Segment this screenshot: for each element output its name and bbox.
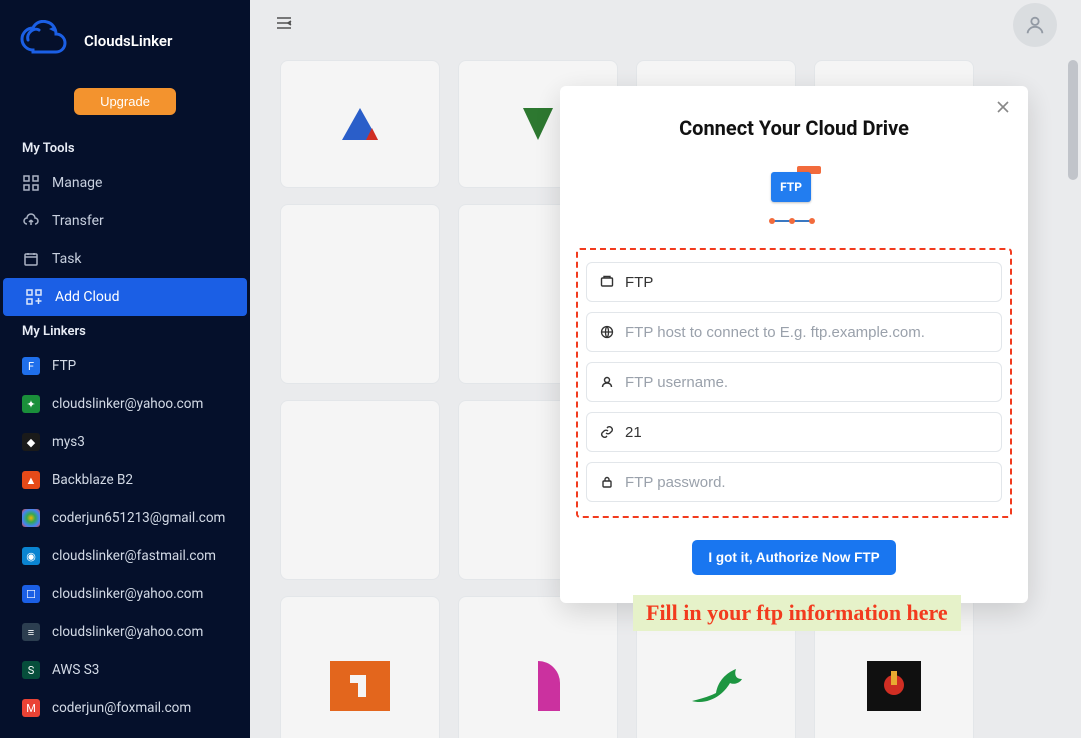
linkers-list: F FTP ✦ cloudslinker@yahoo.com ◆ mys3 ▲ Back…	[0, 347, 250, 738]
disc-icon: ◉	[22, 547, 40, 565]
linker-label: cloudslinker@yahoo.com	[52, 396, 203, 412]
linker-label: cloudslinker@yahoo.com	[52, 624, 203, 640]
authorize-ftp-button[interactable]: I got it, Authorize Now FTP	[692, 540, 895, 575]
linker-label: Backblaze B2	[52, 472, 133, 488]
main: OneDrive 1fichier PikPak	[250, 0, 1081, 738]
nav-task-label: Task	[52, 251, 82, 267]
linker-label: mys3	[52, 434, 85, 450]
linker-item[interactable]: ≡ cloudslinker@yahoo.com	[0, 613, 250, 651]
linker-item[interactable]: F FTP	[0, 347, 250, 385]
photos-icon	[22, 509, 40, 527]
bars-icon: ≡	[22, 623, 40, 641]
upgrade-button[interactable]: Upgrade	[74, 88, 176, 115]
nav-transfer[interactable]: Transfer	[0, 202, 250, 240]
linker-item[interactable]: Mcoderjun@foxmail.com	[0, 689, 250, 727]
nav-tools: Manage Transfer Task Add Cloud	[0, 164, 250, 316]
grid-plus-icon	[25, 288, 43, 306]
nav-add-cloud[interactable]: Add Cloud	[3, 278, 247, 316]
ftp-icon: F	[22, 357, 40, 375]
ftp-form-highlight	[576, 248, 1012, 518]
linker-label: coderjun@foxmail.com	[52, 700, 191, 716]
cloud-up-icon	[22, 212, 40, 230]
nav-manage-label: Manage	[52, 175, 102, 191]
section-my-linkers: My Linkers	[0, 316, 250, 347]
box-icon: ☐	[22, 585, 40, 603]
tag-icon	[599, 274, 615, 290]
globe-icon	[599, 324, 615, 340]
linker-item[interactable]: ◉ cloudslinker@fastmail.com	[0, 537, 250, 575]
linker-item[interactable]: ◆ mys3	[0, 423, 250, 461]
ftp-name-input[interactable]	[625, 274, 989, 291]
grid-icon	[22, 174, 40, 192]
nav-manage[interactable]: Manage	[0, 164, 250, 202]
nav-add-cloud-label: Add Cloud	[55, 289, 120, 305]
ftp-badge: FTP	[771, 172, 811, 202]
ftp-user-field[interactable]	[586, 362, 1002, 402]
ftp-password-field[interactable]	[586, 462, 1002, 502]
close-icon[interactable]	[992, 96, 1014, 118]
ftp-port-input[interactable]	[625, 424, 989, 441]
linker-label: FTP	[52, 358, 76, 374]
linker-item[interactable]: ☐ cloudslinker@yahoo.com	[0, 575, 250, 613]
lock-icon	[599, 474, 615, 490]
ftp-password-input[interactable]	[625, 474, 989, 491]
linker-label: coderjun651213@gmail.com	[52, 510, 225, 526]
modal-ftp-logo: FTP	[560, 154, 1028, 248]
sidebar: CloudsLinker Upgrade My Tools Manage Tra…	[0, 0, 250, 738]
section-my-tools: My Tools	[0, 133, 250, 164]
ftp-username-input[interactable]	[625, 374, 989, 391]
user-icon	[599, 374, 615, 390]
s3-icon: S	[22, 661, 40, 679]
ftp-host-field[interactable]	[586, 312, 1002, 352]
service-icon: ◆	[22, 433, 40, 451]
ftp-port-field[interactable]	[586, 412, 1002, 452]
brand-logo-icon	[14, 18, 74, 64]
connect-cloud-modal: Connect Your Cloud Drive FTP	[560, 86, 1028, 603]
mail-icon: M	[22, 699, 40, 717]
nav-transfer-label: Transfer	[52, 213, 104, 229]
link-icon	[599, 424, 615, 440]
modal-title: Connect Your Cloud Drive	[560, 86, 1028, 154]
service-icon: ✦	[22, 395, 40, 413]
linker-label: cloudslinker@fastmail.com	[52, 548, 216, 564]
linker-item[interactable]: ▲ Backblaze B2	[0, 461, 250, 499]
annotation-callout: Fill in your ftp information here	[633, 595, 961, 631]
linker-item[interactable]: S AWS S3	[0, 651, 250, 689]
linker-label: AWS S3	[52, 662, 99, 678]
linker-item[interactable]: ✦ cloudslinker@yahoo.com	[0, 385, 250, 423]
linker-item[interactable]: coderjun651213@gmail.com	[0, 499, 250, 537]
nav-task[interactable]: Task	[0, 240, 250, 278]
flame-icon: ▲	[22, 471, 40, 489]
ftp-name-field[interactable]	[586, 262, 1002, 302]
calendar-icon	[22, 250, 40, 268]
linker-label: cloudslinker@yahoo.com	[52, 586, 203, 602]
brand-name: CloudsLinker	[84, 32, 172, 50]
brand: CloudsLinker	[0, 0, 250, 74]
ftp-host-input[interactable]	[625, 324, 989, 341]
